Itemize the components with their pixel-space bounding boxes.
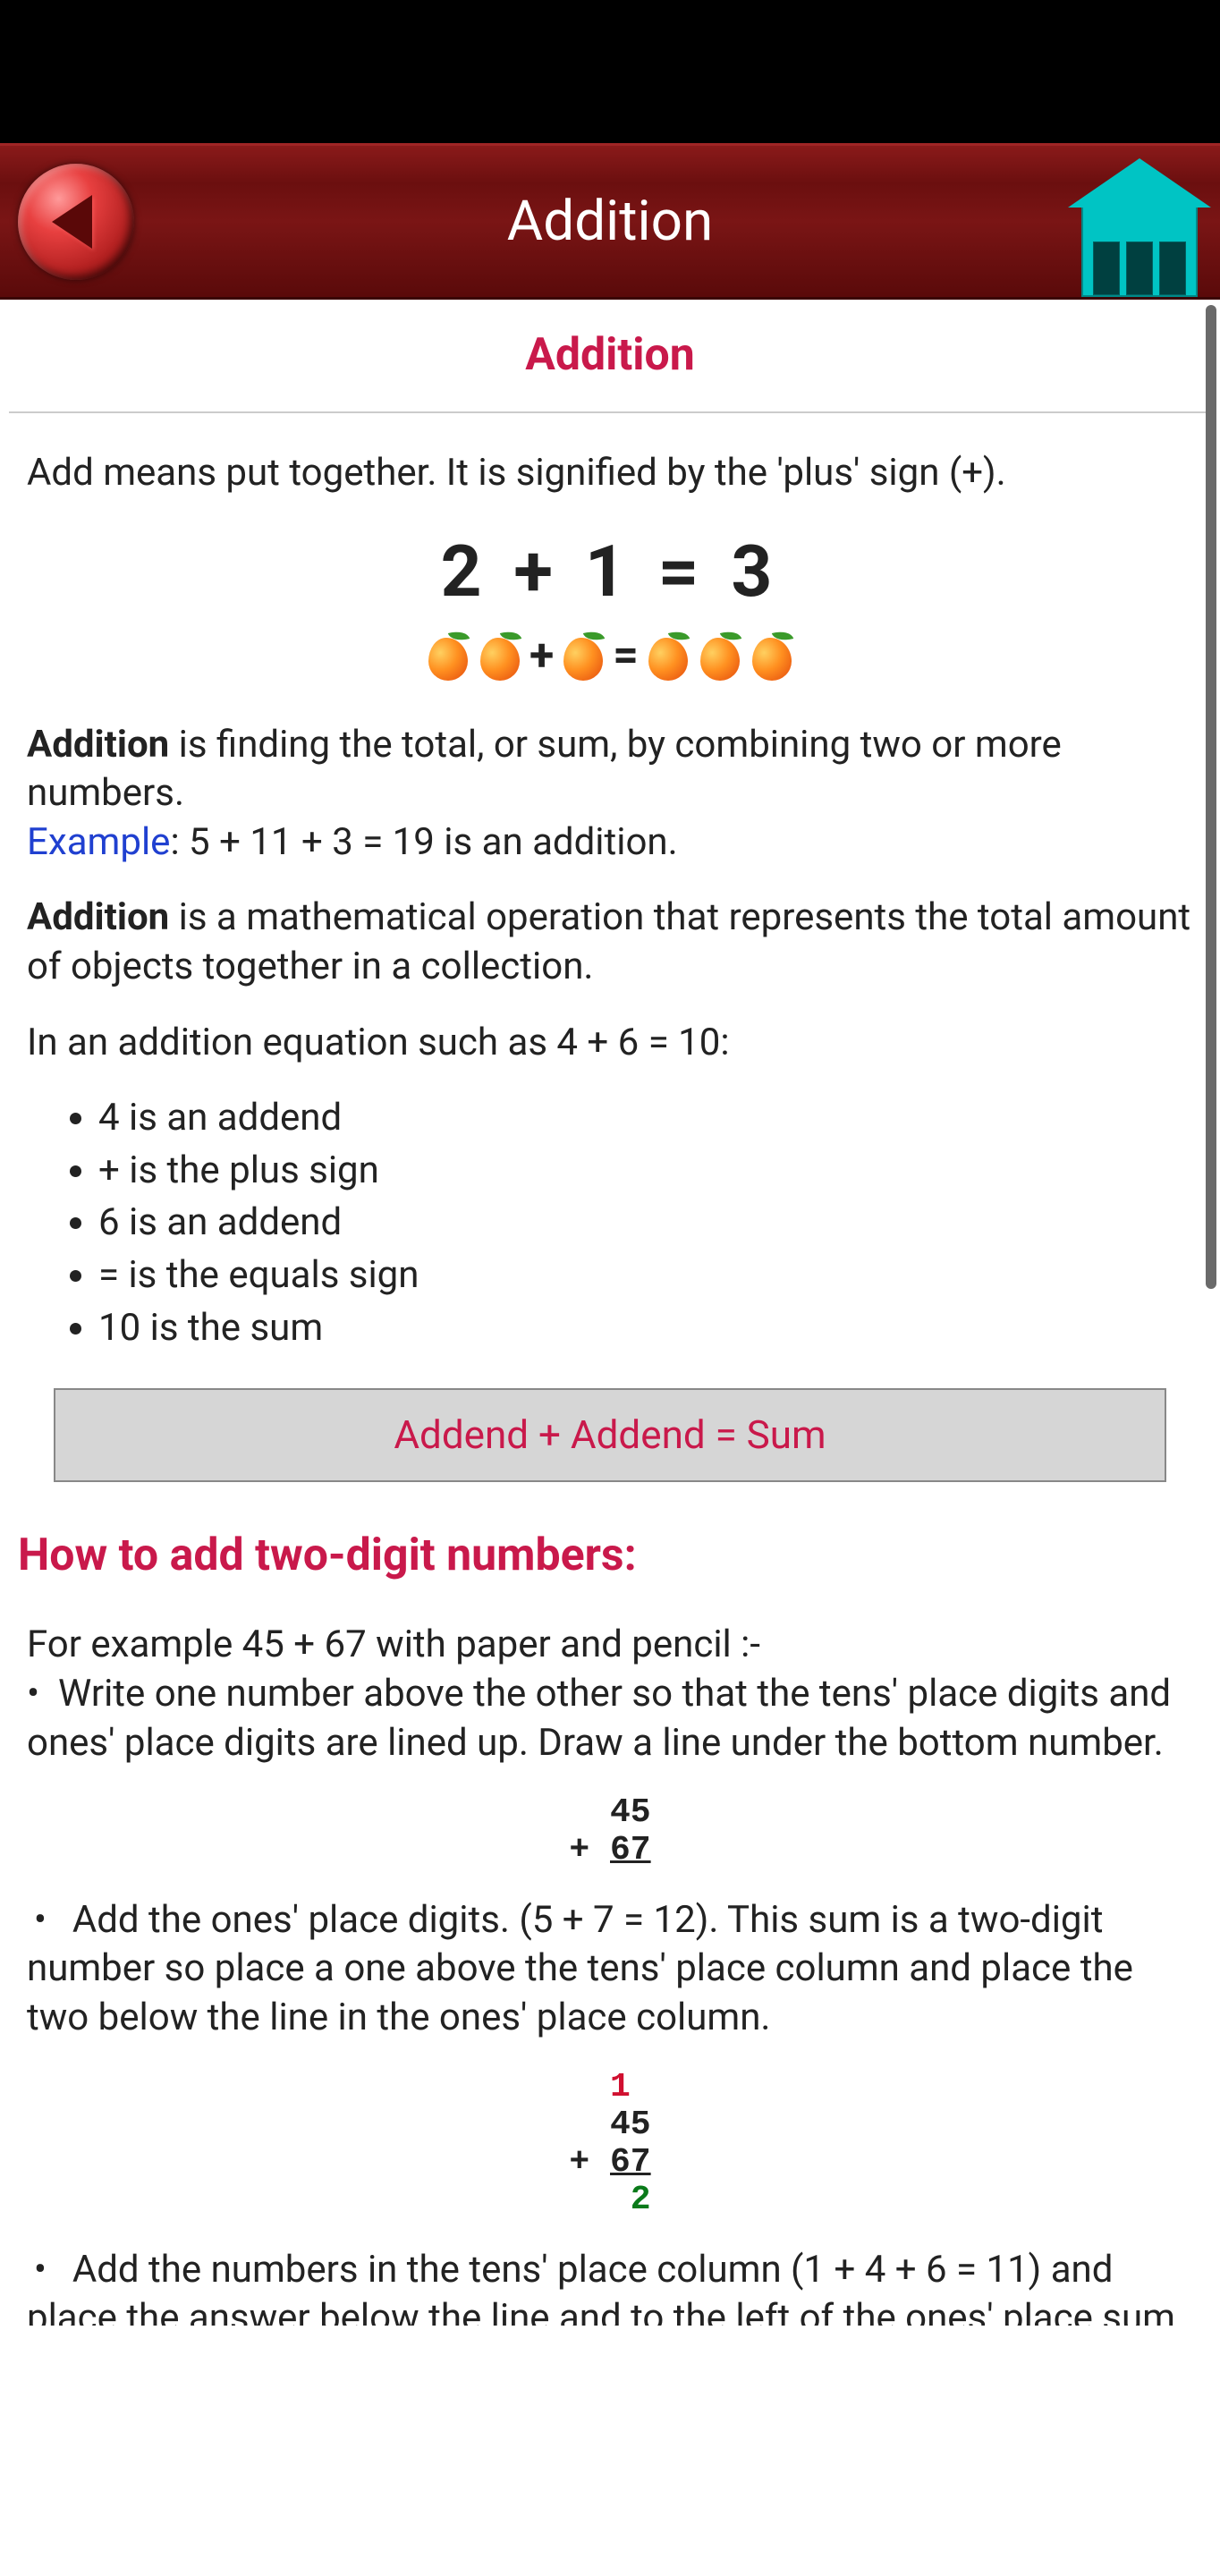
mango-icon <box>426 631 470 681</box>
mango-icon <box>646 631 690 681</box>
status-bar <box>0 0 1220 143</box>
scrollbar[interactable] <box>1206 305 1216 1289</box>
mango-icon <box>561 631 606 681</box>
app-header: Addition <box>0 143 1220 300</box>
intro-text: Add means put together. It is signified … <box>27 449 1193 498</box>
equals-sign: = <box>613 627 639 685</box>
page-title: Addition <box>27 326 1193 385</box>
list-item: + is the plus sign <box>98 1147 1193 1196</box>
definition-text: Addition is finding the total, or sum, b… <box>27 721 1193 868</box>
list-item: 10 is the sum <box>98 1304 1193 1353</box>
plus-sign: + <box>530 627 554 685</box>
header-title: Addition <box>507 189 713 254</box>
operation-text: Addition is a mathematical operation tha… <box>27 894 1193 991</box>
home-icon <box>1068 158 1211 208</box>
step-intro: For example 45 + 67 with paper and penci… <box>27 1621 1193 1767</box>
back-button[interactable] <box>18 164 134 280</box>
equation-parts-intro: In an addition equation such as 4 + 6 = … <box>27 1019 1193 1068</box>
back-arrow-icon <box>52 195 92 249</box>
mango-icon <box>750 631 794 681</box>
section-heading: How to add two-digit numbers: <box>18 1527 1193 1585</box>
navigation-bar-area <box>0 2326 1220 2576</box>
formula-box: Addend + Addend = Sum <box>54 1388 1166 1482</box>
list-item: = is the equals sign <box>98 1251 1193 1301</box>
home-button[interactable] <box>1068 158 1211 306</box>
column-math-2: 1 45 + 67 2 <box>27 2069 1193 2218</box>
list-item: 4 is an addend <box>98 1094 1193 1143</box>
step-2: • Add the ones' place digits. (5 + 7 = 1… <box>27 1896 1193 2043</box>
mango-illustration: + = <box>27 627 1193 685</box>
main-equation: 2 + 1 = 3 <box>27 525 1193 618</box>
content-area[interactable]: Addition Add means put together. It is s… <box>0 300 1220 2326</box>
divider <box>9 411 1211 413</box>
list-item: 6 is an addend <box>98 1199 1193 1248</box>
equation-parts-list: 4 is an addend + is the plus sign 6 is a… <box>27 1094 1193 1352</box>
step-3: • Add the numbers in the tens' place col… <box>27 2246 1193 2326</box>
column-math-1: 45 + 67 <box>27 1794 1193 1869</box>
mango-icon <box>478 631 522 681</box>
mango-icon <box>698 631 742 681</box>
